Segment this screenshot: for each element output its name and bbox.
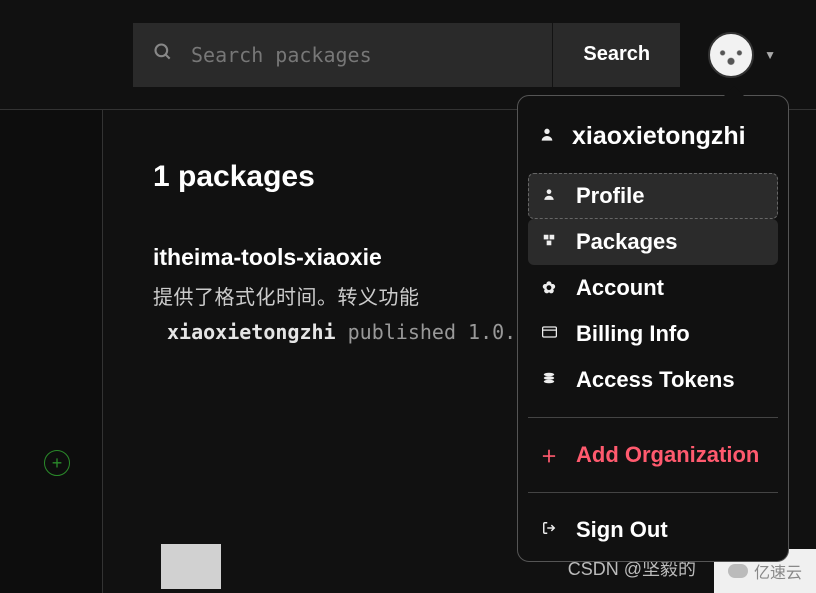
menu-label: Access Tokens	[576, 367, 735, 393]
menu-label: Billing Info	[576, 321, 690, 347]
user-menu-trigger[interactable]: ▼	[708, 32, 776, 78]
user-icon	[538, 126, 556, 147]
boxes-icon	[540, 233, 558, 252]
plus-icon: +	[52, 453, 63, 474]
brand-text: 亿速云	[754, 559, 802, 583]
add-button[interactable]: +	[44, 450, 70, 476]
divider	[528, 492, 778, 493]
gear-icon: ✿	[540, 278, 558, 298]
placeholder-card	[161, 544, 221, 589]
header: Search ▼	[0, 0, 816, 110]
menu-billing[interactable]: Billing Info	[528, 311, 778, 357]
sidebar: +	[0, 110, 102, 593]
package-author[interactable]: xiaoxietongzhi	[167, 320, 336, 344]
divider	[528, 417, 778, 418]
card-icon	[540, 325, 558, 343]
tokens-icon	[540, 371, 558, 390]
menu-label: Account	[576, 275, 664, 301]
user-icon	[540, 187, 558, 206]
search-icon	[153, 42, 173, 67]
menu-tokens[interactable]: Access Tokens	[528, 357, 778, 403]
menu-account[interactable]: ✿ Account	[528, 265, 778, 311]
menu-profile[interactable]: Profile	[528, 173, 778, 219]
menu-label: Packages	[576, 229, 678, 255]
menu-label: Add Organization	[576, 442, 759, 468]
avatar	[708, 32, 754, 78]
menu-packages[interactable]: Packages	[528, 219, 778, 265]
search-box[interactable]	[133, 23, 552, 87]
menu-sign-out[interactable]: Sign Out	[528, 507, 778, 553]
sign-out-icon	[540, 521, 558, 540]
menu-label: Sign Out	[576, 517, 668, 543]
plus-icon: ＋	[540, 443, 558, 467]
dropdown-username-text: xiaoxietongzhi	[572, 122, 746, 151]
cloud-icon	[728, 564, 748, 578]
search-input[interactable]	[191, 43, 532, 67]
search-button[interactable]: Search	[552, 23, 680, 87]
dropdown-username: xiaoxietongzhi	[528, 104, 778, 173]
search-container: Search	[133, 23, 680, 87]
menu-label: Profile	[576, 183, 644, 209]
user-dropdown: xiaoxietongzhi Profile Packages ✿ Accoun…	[517, 95, 789, 562]
chevron-down-icon: ▼	[764, 48, 776, 62]
menu-add-org[interactable]: ＋ Add Organization	[528, 432, 778, 478]
